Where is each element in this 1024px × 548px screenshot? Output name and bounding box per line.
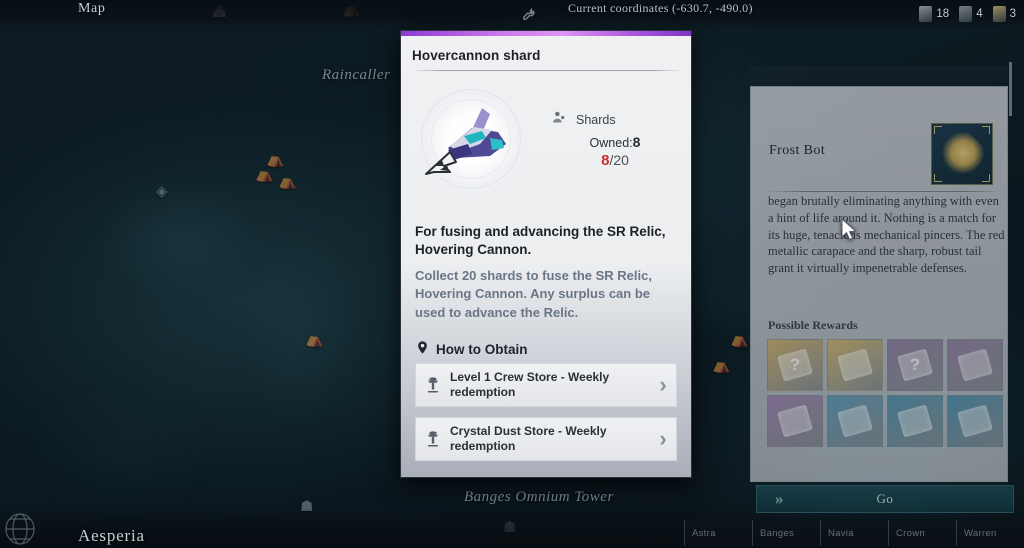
owned-value: 8: [632, 134, 641, 150]
resource-icon-3: [992, 6, 1006, 22]
panel-divider: [767, 191, 1003, 192]
currency-item[interactable]: 4: [959, 6, 983, 22]
panel-card: Frost Bot began brutally eliminating any…: [750, 86, 1014, 513]
frost-bot-info-panel: Frost Bot began brutally eliminating any…: [745, 56, 1014, 513]
currency-value: 4: [976, 8, 983, 20]
shards-icon: [551, 109, 568, 131]
panel-description: began brutally eliminating anything with…: [768, 194, 1005, 275]
unknown-reward-marker: ?: [789, 355, 801, 374]
camp-icon[interactable]: ⛺: [266, 150, 285, 168]
how-to-obtain-label: How to Obtain: [436, 341, 528, 357]
obtain-source-row[interactable]: Level 1 Crew Store - Weekly redemption ›: [415, 363, 677, 407]
reward-weapon-shard[interactable]: [947, 339, 1003, 391]
reward-card-blue[interactable]: [827, 395, 883, 447]
game-screen: ⛪⛺⛺⛺◈⛺⛺☗☗⛺⛺⛪ RaincallerBanges Omnium Tow…: [0, 0, 1024, 548]
region-tab-astra[interactable]: Astra: [684, 520, 752, 546]
camp-icon[interactable]: ⛺: [278, 172, 297, 190]
obtain-source-row[interactable]: Crystal Dust Store - Weekly redemption ›: [415, 417, 677, 461]
dialog-title: Hovercannon shard: [412, 48, 541, 63]
camp-icon[interactable]: ⛺: [712, 356, 731, 374]
obtain-source-label: Level 1 Crew Store - Weekly redemption: [450, 370, 610, 399]
reward-blueprint[interactable]: [947, 395, 1003, 447]
item-detail-dialog: Hovercannon shard Shards Owned:8 8/20 Fo…: [400, 30, 692, 478]
chevron-right-icon: »: [775, 489, 784, 508]
region-tab-navia[interactable]: Navia: [820, 520, 888, 546]
region-tab-crown[interactable]: Crown: [888, 520, 956, 546]
shard-ratio: 8/20: [551, 152, 679, 169]
chevron-right-icon: ›: [659, 372, 667, 397]
currency-bar: 18 4 3: [912, 0, 1016, 28]
obtain-source-list: Level 1 Crew Store - Weekly redemption › C…: [415, 363, 677, 471]
reward-art: [956, 404, 994, 438]
region-tab-list: Astra Banges Navia Crown Warren: [684, 520, 1024, 546]
store-icon: [416, 430, 450, 448]
reward-art: [836, 348, 874, 382]
go-button[interactable]: » Go: [756, 485, 1014, 513]
region-tab-warren[interactable]: Warren: [956, 520, 1024, 546]
reward-art: [836, 404, 874, 438]
currency-value: 18: [936, 8, 950, 20]
owned-line: Owned:8: [551, 134, 679, 150]
region-tab-banges[interactable]: Banges: [752, 520, 820, 546]
shards-label: Shards: [576, 113, 616, 127]
ratio-need: /20: [609, 152, 629, 168]
possible-rewards-label: Possible Rewards: [768, 318, 858, 332]
go-button-label: Go: [876, 491, 894, 506]
compass-icon: [4, 511, 44, 547]
frost-bot-portrait: [931, 123, 993, 185]
resource-icon-2: [959, 6, 973, 22]
region-name: Aesperia: [78, 526, 145, 545]
shards-info-row: Shards: [551, 109, 616, 131]
owned-label: Owned:: [589, 136, 633, 150]
chevron-right-icon: ›: [659, 426, 667, 451]
description-sub: Collect 20 shards to fuse the SR Relic, …: [415, 268, 652, 320]
reward-art: [956, 348, 994, 382]
page-title: Map: [78, 1, 106, 16]
hovercannon-shard-icon: [413, 81, 531, 199]
reward-sword-unknown[interactable]: ?: [767, 339, 823, 391]
reward-art: [776, 404, 814, 438]
dialog-divider: [411, 70, 683, 71]
reward-gadget[interactable]: [887, 395, 943, 447]
poi-icon[interactable]: ◈: [156, 182, 168, 200]
resource-icon-1: [919, 6, 933, 22]
currency-item[interactable]: 18: [919, 6, 949, 22]
reward-art: [896, 404, 934, 438]
dialog-accent-bar: [401, 31, 691, 36]
currency-value: 3: [1009, 8, 1016, 20]
store-icon: [416, 376, 450, 394]
panel-scrollbar[interactable]: [1009, 62, 1012, 116]
mouse-cursor: [840, 217, 858, 247]
currency-item[interactable]: 3: [992, 6, 1016, 22]
reward-spear-unknown[interactable]: ?: [887, 339, 943, 391]
obtain-source-label: Crystal Dust Store - Weekly redemption: [450, 424, 607, 453]
panel-title: Frost Bot: [769, 143, 826, 158]
bottom-bar: Aesperia Astra Banges Navia Crown Warren: [0, 508, 1024, 548]
panel-tab-strip[interactable]: [750, 66, 1008, 88]
how-to-obtain-header: How to Obtain: [415, 339, 528, 359]
rewards-grid: ??: [767, 339, 1003, 447]
current-coordinates: Current coordinates (-630.7, -490.0): [568, 1, 753, 15]
description-main: For fusing and advancing the SR Relic, H…: [415, 224, 666, 258]
unknown-reward-marker: ?: [909, 355, 921, 374]
top-bar: Map Current coordinates (-630.7, -490.0)…: [0, 0, 1024, 28]
wrench-icon[interactable]: [517, 1, 541, 25]
reward-card-purple[interactable]: [767, 395, 823, 447]
reward-book-card[interactable]: [827, 339, 883, 391]
camp-icon[interactable]: ⛺: [305, 330, 324, 348]
location-pin-icon: [415, 339, 430, 359]
